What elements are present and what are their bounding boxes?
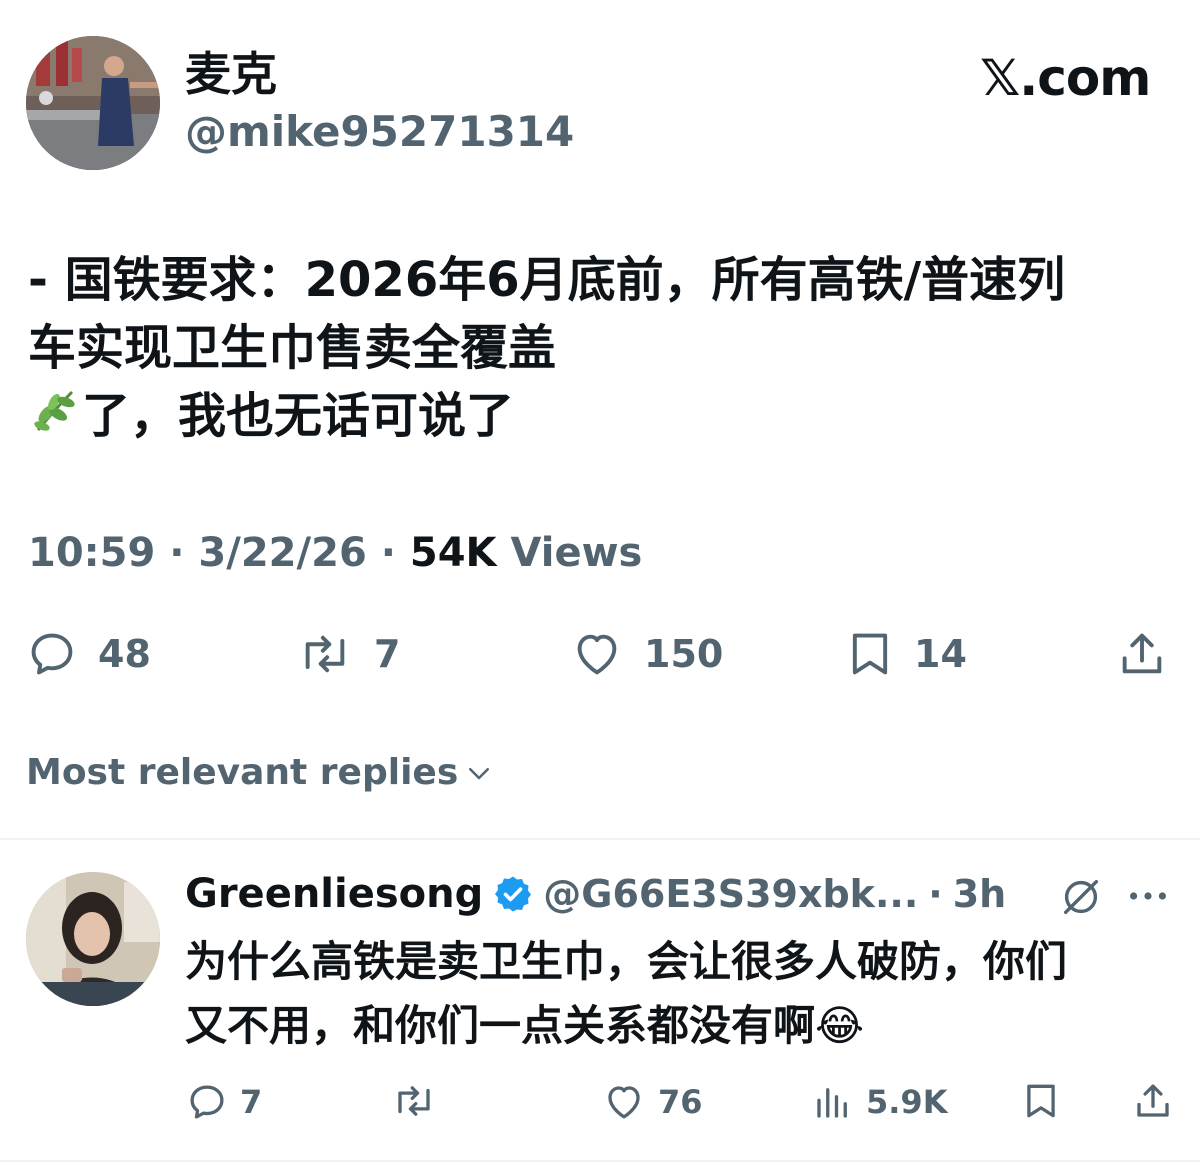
tweet-line: 了，我也无话可说了 — [28, 382, 1178, 456]
retweet-action[interactable]: 7 — [296, 628, 400, 680]
reply-time[interactable]: 3h — [953, 866, 1007, 922]
reply-icon — [190, 1085, 224, 1119]
reply-reply-action[interactable]: 7 — [186, 1080, 262, 1124]
reply-reply-count: 7 — [240, 1083, 263, 1121]
reply-line-text: 又不用，和你们一点关系都没有啊 — [185, 1001, 816, 1050]
reply-line: 为什么高铁是卖卫生巾，会让很多人破防，你们 — [185, 937, 1068, 986]
reply-retweet-action[interactable] — [390, 1080, 438, 1122]
site-brand-label: 𝕏.com — [980, 49, 1151, 107]
reply-author-name[interactable]: Greenliesong — [185, 866, 483, 922]
views-count: 54K — [409, 530, 497, 576]
views-bar-chart-icon — [817, 1088, 847, 1118]
share-action[interactable] — [1116, 628, 1168, 680]
chevron-down-icon — [469, 768, 490, 780]
reply-icon — [31, 633, 73, 675]
tweet-line: 车实现卫生巾售卖全覆盖 — [28, 320, 557, 376]
views-label: Views — [510, 530, 643, 576]
reply-avatar-image — [26, 872, 160, 1006]
reply-views-action[interactable]: 5.9K — [812, 1080, 947, 1124]
more-dots-icon — [1130, 892, 1166, 900]
reply-bookmark-action[interactable] — [1022, 1080, 1060, 1122]
share-icon — [1122, 633, 1162, 674]
reply-author-avatar[interactable] — [26, 872, 160, 1006]
author-display-name[interactable]: 麦克 — [185, 44, 277, 104]
heart-icon — [577, 634, 617, 675]
reply-action[interactable]: 48 — [26, 628, 151, 680]
retweet-icon — [398, 1086, 430, 1116]
author-avatar-image — [26, 36, 160, 170]
retweet-icon — [305, 635, 345, 673]
reply-text: 为什么高铁是卖卫生巾，会让很多人破防，你们 又不用，和你们一点关系都没有啊😂 — [185, 930, 1185, 1058]
bookmark-icon — [1027, 1084, 1055, 1118]
author-avatar[interactable] — [26, 36, 160, 170]
reply-author-handle[interactable]: @G66E3S39xbk... — [543, 866, 918, 922]
sort-label: Most relevant replies — [26, 752, 459, 793]
like-action[interactable]: 150 — [570, 628, 723, 680]
bookmark-action[interactable]: 14 — [846, 628, 967, 680]
tweet-text: - 国铁要求：2026年6月底前，所有高铁/普速列 车实现卫生巾售卖全覆盖 了，… — [28, 246, 1178, 456]
divider — [0, 1160, 1200, 1162]
laughing-emoji: 😂 — [815, 1001, 865, 1050]
retweet-count: 7 — [374, 632, 401, 676]
tweet-date[interactable]: 3/22/26 — [198, 530, 366, 576]
tweet-meta: 10:59 · 3/22/26 · 54K Views — [28, 525, 642, 581]
tweet-time[interactable]: 10:59 — [28, 530, 155, 576]
reply-separator: · — [928, 872, 943, 916]
reply-like-count: 76 — [658, 1083, 703, 1121]
sort-replies-dropdown[interactable]: Most relevant replies — [26, 750, 494, 796]
share-icon — [1137, 1084, 1169, 1117]
grok-icon — [1063, 879, 1099, 915]
reply-share-action[interactable] — [1132, 1080, 1174, 1122]
reply-line: 又不用，和你们一点关系都没有啊😂 — [185, 994, 1185, 1058]
bookmark-icon — [852, 633, 888, 675]
like-count: 150 — [644, 632, 724, 676]
reply-header: Greenliesong @G66E3S39xbk... · 3h — [185, 866, 1006, 922]
author-handle[interactable]: @mike95271314 — [185, 104, 574, 160]
verified-badge-icon — [495, 876, 532, 912]
more-options-button[interactable] — [1126, 878, 1170, 918]
herb-emoji — [28, 384, 82, 456]
grok-button[interactable] — [1058, 874, 1104, 924]
divider — [0, 838, 1200, 840]
reply-count: 48 — [98, 632, 151, 676]
meta-separator: · — [380, 530, 396, 576]
meta-separator: · — [169, 530, 185, 576]
reply-like-action[interactable]: 76 — [602, 1080, 703, 1124]
reply-views-count: 5.9K — [866, 1083, 948, 1121]
tweet-line: - 国铁要求：2026年6月底前，所有高铁/普速列 — [28, 252, 1066, 308]
tweet-line-text: 了，我也无话可说了 — [82, 388, 515, 444]
herb-emoji-icon — [34, 390, 75, 431]
heart-icon — [608, 1086, 640, 1119]
bookmark-count: 14 — [914, 632, 967, 676]
